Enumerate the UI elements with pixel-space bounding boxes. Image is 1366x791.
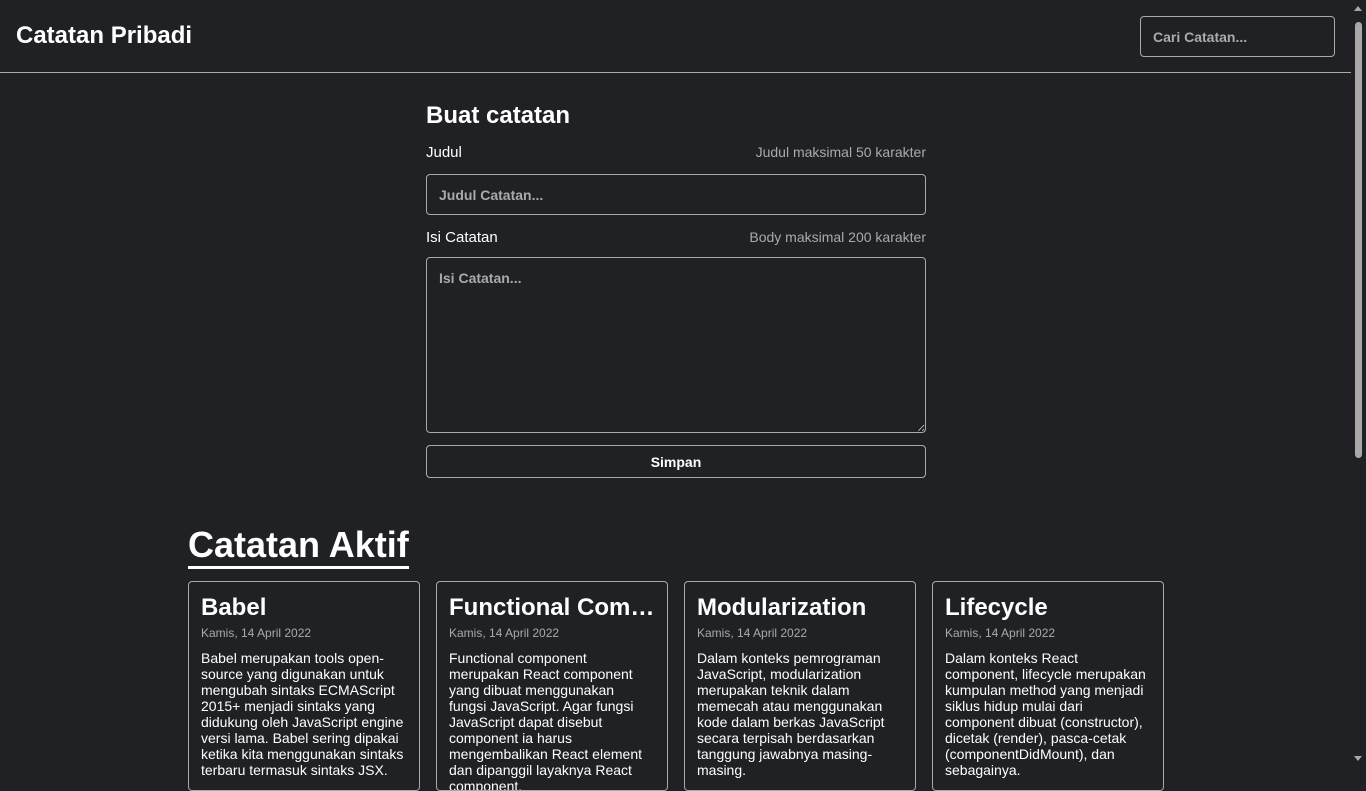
scroll-up-arrow-icon[interactable] [1354, 6, 1362, 11]
active-notes-heading: Catatan Aktif [188, 524, 409, 569]
note-date: Kamis, 14 April 2022 [945, 626, 1056, 640]
body-char-limit: Body maksimal 200 karakter [749, 229, 926, 245]
title-label-row: Judul Judul maksimal 50 karakter [426, 142, 926, 162]
form-heading: Buat catatan [426, 102, 571, 129]
scroll-down-arrow-icon[interactable] [1354, 756, 1362, 761]
note-title: Babel [201, 594, 267, 621]
search-input[interactable] [1140, 16, 1335, 57]
app-header: Catatan Pribadi [0, 0, 1351, 73]
note-title: Lifecycle [945, 594, 1048, 621]
notes-list: Babel Kamis, 14 April 2022 Babel merupak… [188, 581, 1164, 791]
note-body: Babel merupakan tools open-source yang d… [201, 650, 404, 778]
body-label: Isi Catatan [426, 228, 498, 246]
note-body: Functional component merupakan React com… [449, 650, 642, 791]
app-title: Catatan Pribadi [16, 22, 193, 49]
scrollbar-thumb[interactable] [1355, 22, 1362, 458]
body-label-row: Isi Catatan Body maksimal 200 karakter [426, 227, 926, 247]
page-scrollbar[interactable] [1351, 0, 1366, 768]
note-title-input[interactable] [426, 174, 926, 215]
note-card: Lifecycle Kamis, 14 April 2022 Dalam kon… [932, 581, 1164, 791]
note-card: Babel Kamis, 14 April 2022 Babel merupak… [188, 581, 420, 791]
note-card: Functional Component Kamis, 14 April 202… [436, 581, 668, 791]
note-title: Functional Component [449, 594, 655, 621]
note-date: Kamis, 14 April 2022 [449, 626, 560, 640]
note-date: Kamis, 14 April 2022 [697, 626, 808, 640]
note-body-textarea[interactable] [426, 257, 926, 433]
note-card: Modularization Kamis, 14 April 2022 Dala… [684, 581, 916, 791]
note-date: Kamis, 14 April 2022 [201, 626, 312, 640]
note-input-form: Buat catatan Judul Judul maksimal 50 kar… [426, 100, 926, 478]
note-title: Modularization [697, 594, 867, 621]
save-button[interactable]: Simpan [426, 445, 926, 478]
note-body: Dalam konteks pemrograman JavaScript, mo… [697, 650, 885, 778]
title-label: Judul [426, 143, 462, 161]
title-char-limit: Judul maksimal 50 karakter [755, 144, 926, 160]
note-body: Dalam konteks React component, lifecycle… [945, 650, 1146, 778]
